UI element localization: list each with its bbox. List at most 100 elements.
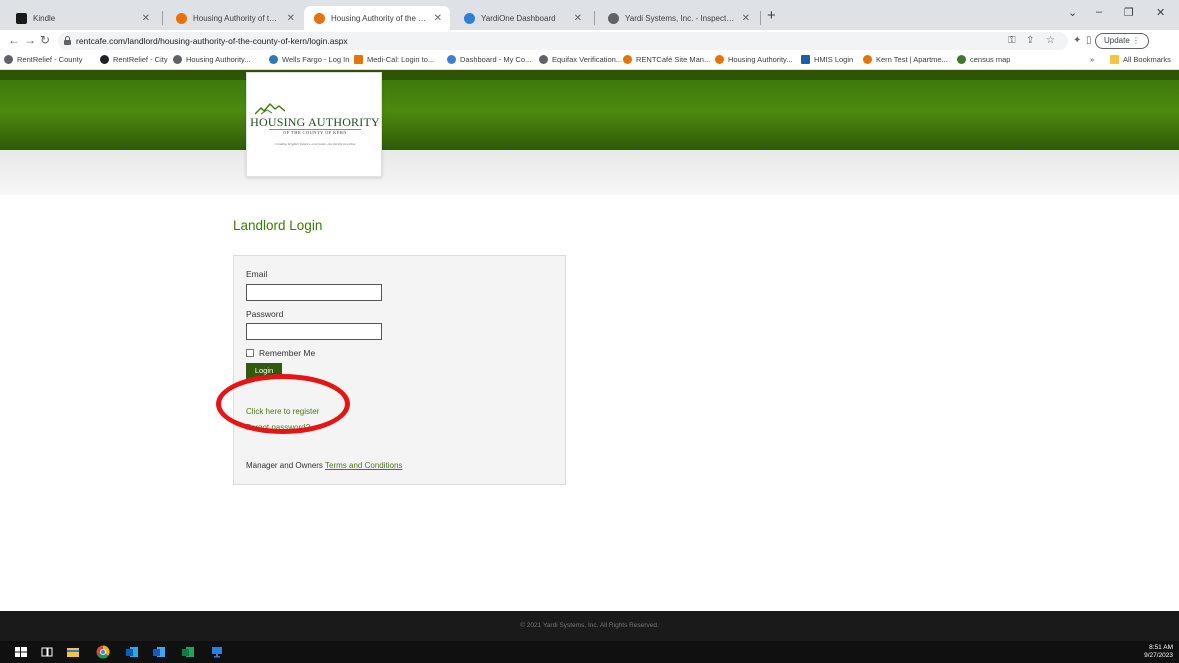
star-icon[interactable]: ☆ xyxy=(1046,35,1055,46)
windows-start-icon[interactable] xyxy=(14,645,28,659)
logo-name: HOUSING AUTHORITY xyxy=(250,115,380,129)
census-icon xyxy=(957,55,966,64)
rentcafe-icon xyxy=(863,55,872,64)
tab-housing-authority-1[interactable]: Housing Authority of the Count ✕ xyxy=(166,6,303,30)
forgot-password-link[interactable]: Forgot password? xyxy=(246,423,310,432)
tab-housing-authority-active[interactable]: Housing Authority of the Count ✕ xyxy=(304,6,450,30)
minimize-icon[interactable]: – xyxy=(1096,6,1102,18)
rentcafe-icon xyxy=(715,55,724,64)
logo-tagline: Creating brighter futures...one home, on… xyxy=(274,142,356,146)
bookmark-housing-authority[interactable]: Housing Authority... xyxy=(173,55,250,64)
bookmark-medi-cal[interactable]: Medi-Cal: Login to... xyxy=(354,55,434,64)
hmis-icon xyxy=(801,55,810,64)
restore-icon[interactable]: ❐ xyxy=(1124,6,1134,19)
task-view-icon[interactable] xyxy=(40,645,54,659)
rentcafe-icon xyxy=(623,55,632,64)
email-field[interactable] xyxy=(246,284,382,301)
dashboard-icon xyxy=(447,55,456,64)
login-button[interactable]: Login xyxy=(246,363,282,379)
address-bar[interactable]: rentcafe.com/landlord/housing-authority-… xyxy=(58,32,1068,50)
outlook-icon[interactable] xyxy=(125,645,139,659)
rentrelief-icon xyxy=(100,55,109,64)
file-explorer-icon[interactable] xyxy=(66,645,80,659)
yardi-icon xyxy=(464,12,475,24)
tab-strip: Kindle ✕ Housing Authority of the Count … xyxy=(0,0,1179,30)
globe-icon xyxy=(608,12,619,24)
close-tab-icon[interactable]: ✕ xyxy=(434,13,442,24)
login-form: Email Password Remember Me Login Click h… xyxy=(233,255,566,485)
url-text: rentcafe.com/landlord/housing-authority-… xyxy=(76,36,348,46)
password-label: Password xyxy=(246,309,284,319)
folder-icon xyxy=(1110,55,1119,64)
bookmark-equifax[interactable]: Equifax Verification... xyxy=(539,55,622,64)
extensions-icon[interactable]: ✦ xyxy=(1073,35,1081,46)
word-icon[interactable] xyxy=(152,645,166,659)
tab-separator xyxy=(594,11,595,25)
reload-icon[interactable]: ↻ xyxy=(40,33,50,47)
system-clock[interactable]: 8:51 AM 9/27/2023 xyxy=(1144,644,1173,660)
page-footer: © 2021 Yardi Systems, Inc. All Rights Re… xyxy=(0,611,1179,641)
mountain-logo-icon xyxy=(255,102,286,115)
close-tab-icon[interactable]: ✕ xyxy=(742,13,750,24)
close-tab-icon[interactable]: ✕ xyxy=(574,13,582,24)
bookmark-wells-fargo[interactable]: Wells Fargo - Log In xyxy=(269,55,349,64)
tab-kindle[interactable]: Kindle ✕ xyxy=(6,6,158,30)
email-label: Email xyxy=(246,269,268,279)
header-top-strip xyxy=(0,70,1179,80)
globe-icon xyxy=(173,55,182,64)
header-green-band xyxy=(0,80,1179,150)
update-button[interactable]: Update ⋮ xyxy=(1095,33,1150,49)
bookmark-housing-authority-2[interactable]: Housing Authority... xyxy=(715,55,792,64)
remote-desktop-icon[interactable] xyxy=(210,645,224,659)
terms-line: Manager and Owners Terms and Conditions xyxy=(246,461,402,470)
chrome-icon[interactable] xyxy=(96,645,110,659)
side-panel-icon[interactable]: ▯ xyxy=(1086,35,1092,46)
clock-date: 9/27/2023 xyxy=(1144,652,1173,659)
bookmark-rentcafe[interactable]: RENTCafé Site Man... xyxy=(623,55,710,64)
browser-toolbar: ← → ↻ rentcafe.com/landlord/housing-auth… xyxy=(0,30,1179,52)
bookmarks-bar: RentRelief - County RentRelief - City Ho… xyxy=(0,52,1179,70)
register-link[interactable]: Click here to register xyxy=(246,407,319,416)
bookmarks-overflow-button[interactable]: » xyxy=(1090,55,1094,64)
lock-icon xyxy=(64,36,71,45)
bookmark-dashboard[interactable]: Dashboard - My Co... xyxy=(447,55,531,64)
bookmark-kern-test[interactable]: Kern Test | Apartme... xyxy=(863,55,948,64)
close-window-icon[interactable]: ✕ xyxy=(1156,6,1165,19)
key-icon[interactable]: ⚿ xyxy=(1008,35,1016,46)
forward-arrow-icon[interactable]: → xyxy=(24,33,36,47)
header-gray-band xyxy=(0,150,1179,195)
housing-authority-logo[interactable]: HOUSING AUTHORITY OF THE COUNTY OF KERN … xyxy=(246,72,382,177)
share-icon[interactable]: ⇪ xyxy=(1026,35,1034,46)
wells-fargo-icon xyxy=(269,55,278,64)
password-field[interactable] xyxy=(246,323,382,340)
excel-icon[interactable] xyxy=(181,645,195,659)
rentcafe-icon xyxy=(314,12,325,24)
logo-subtitle: OF THE COUNTY OF KERN xyxy=(283,130,347,135)
remember-me[interactable]: Remember Me xyxy=(246,348,315,358)
bookmark-census-map[interactable]: census map xyxy=(957,55,1010,64)
windows-taskbar: 8:51 AM 9/27/2023 xyxy=(0,641,1179,663)
bookmark-rentrelief-county[interactable]: RentRelief - County xyxy=(4,55,82,64)
tab-separator xyxy=(162,11,163,25)
kindle-icon xyxy=(16,12,27,24)
close-tab-icon[interactable]: ✕ xyxy=(142,13,150,24)
medi-cal-icon xyxy=(354,55,363,64)
globe-icon xyxy=(539,55,548,64)
bookmark-rentrelief-city[interactable]: RentRelief - City xyxy=(100,55,168,64)
remember-me-checkbox[interactable] xyxy=(246,349,254,357)
rentcafe-icon xyxy=(176,12,187,24)
tab-search-icon[interactable]: ⌄ xyxy=(1068,6,1077,19)
all-bookmarks-button[interactable]: All Bookmarks xyxy=(1110,55,1171,64)
tab-yardione-dashboard[interactable]: YardiOne Dashboard ✕ xyxy=(454,6,590,30)
page-content: HOUSING AUTHORITY OF THE COUNTY OF KERN … xyxy=(0,70,1179,641)
terms-prefix: Manager and Owners xyxy=(246,461,326,470)
bookmark-hmis-login[interactable]: HMIS Login xyxy=(801,55,853,64)
remember-me-label: Remember Me xyxy=(259,348,316,358)
footer-copyright: © 2021 Yardi Systems, Inc. All Rights Re… xyxy=(520,622,659,629)
page-title: Landlord Login xyxy=(233,218,323,233)
new-tab-button[interactable]: + xyxy=(767,8,776,24)
terms-link[interactable]: Terms and Conditions xyxy=(325,461,402,470)
back-arrow-icon[interactable]: ← xyxy=(8,33,20,47)
close-tab-icon[interactable]: ✕ xyxy=(287,13,295,24)
tab-yardi-inspection[interactable]: Yardi Systems, Inc. - Inspection ✕ xyxy=(598,6,758,30)
